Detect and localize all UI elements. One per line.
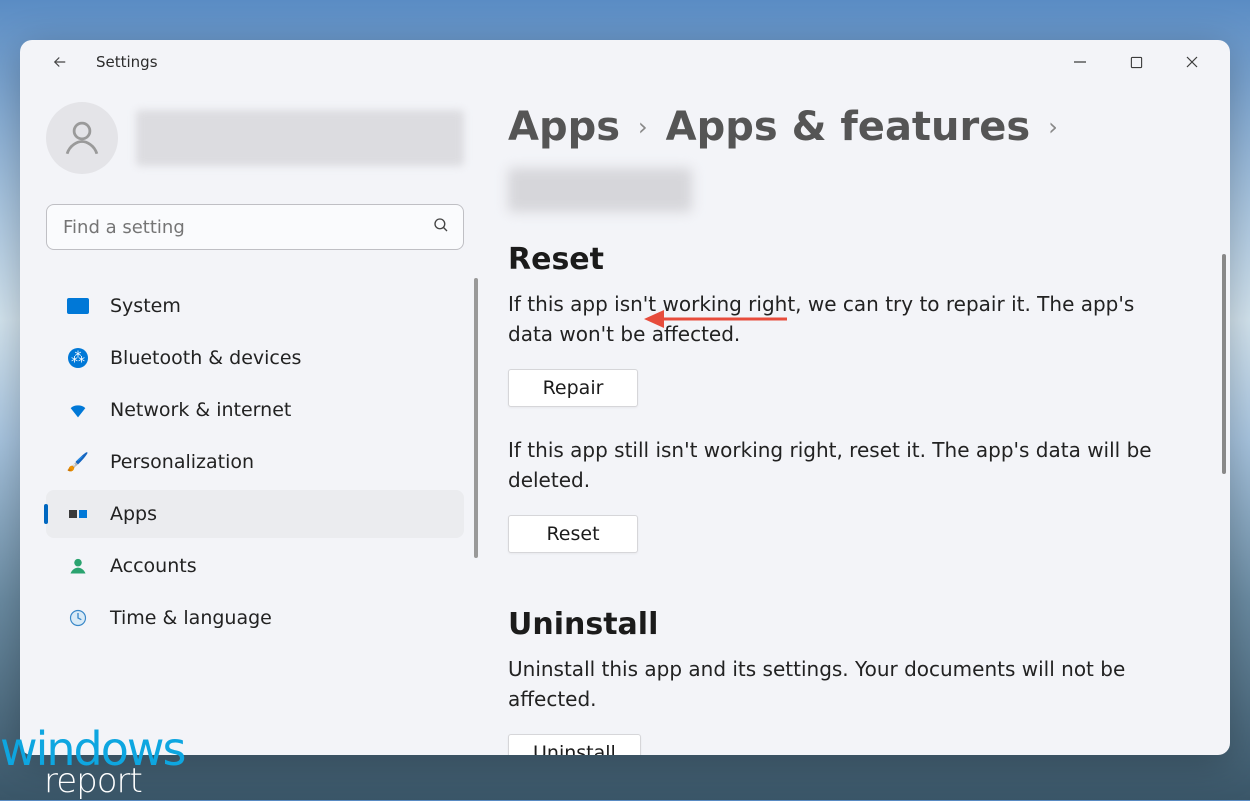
sidebar-item-label: Time & language bbox=[110, 607, 272, 629]
wifi-icon bbox=[66, 398, 90, 422]
nav-list: System ⁂ Bluetooth & devices Network & i… bbox=[40, 278, 470, 646]
sidebar-item-accounts[interactable]: Accounts bbox=[46, 542, 464, 590]
breadcrumb-appname-redacted: Appppp bbox=[508, 168, 692, 212]
back-button[interactable] bbox=[42, 44, 78, 80]
sidebar-item-network[interactable]: Network & internet bbox=[46, 386, 464, 434]
chevron-right-icon: › bbox=[1048, 113, 1058, 141]
window-body: System ⁂ Bluetooth & devices Network & i… bbox=[20, 84, 1230, 755]
breadcrumb-apps-features[interactable]: Apps & features bbox=[666, 104, 1031, 150]
sidebar-item-label: System bbox=[110, 295, 181, 317]
repair-button[interactable]: Repair bbox=[508, 369, 638, 407]
uninstall-description: Uninstall this app and its settings. You… bbox=[508, 654, 1198, 714]
arrow-left-icon bbox=[51, 53, 69, 71]
reset-button[interactable]: Reset bbox=[508, 515, 638, 553]
sidebar: System ⁂ Bluetooth & devices Network & i… bbox=[40, 84, 470, 755]
sidebar-item-bluetooth[interactable]: ⁂ Bluetooth & devices bbox=[46, 334, 464, 382]
chevron-right-icon: › bbox=[638, 113, 648, 141]
sidebar-item-apps[interactable]: Apps bbox=[46, 490, 464, 538]
sidebar-item-system[interactable]: System bbox=[46, 282, 464, 330]
close-button[interactable] bbox=[1164, 40, 1220, 84]
minimize-button[interactable] bbox=[1052, 40, 1108, 84]
sidebar-item-label: Apps bbox=[110, 503, 157, 525]
breadcrumb-apps[interactable]: Apps bbox=[508, 104, 620, 150]
uninstall-button[interactable]: Uninstall bbox=[508, 734, 641, 755]
search-input[interactable] bbox=[46, 204, 464, 250]
maximize-button[interactable] bbox=[1108, 40, 1164, 84]
profile-section[interactable] bbox=[40, 84, 470, 196]
person-icon bbox=[61, 117, 103, 159]
titlebar: Settings bbox=[20, 40, 1230, 84]
window-title: Settings bbox=[96, 53, 158, 71]
sidebar-item-time[interactable]: Time & language bbox=[46, 594, 464, 642]
reset-description: If this app still isn't working right, r… bbox=[508, 435, 1198, 495]
sidebar-item-label: Accounts bbox=[110, 555, 197, 577]
clock-icon bbox=[66, 606, 90, 630]
window-controls bbox=[1052, 40, 1220, 84]
search-icon bbox=[432, 216, 450, 238]
close-icon bbox=[1185, 55, 1199, 69]
search-container bbox=[46, 204, 464, 250]
profile-name-redacted bbox=[136, 110, 464, 166]
main-scrollbar[interactable] bbox=[1222, 254, 1226, 474]
apps-icon bbox=[66, 502, 90, 526]
sidebar-item-personalization[interactable]: 🖌️ Personalization bbox=[46, 438, 464, 486]
breadcrumb: Apps › Apps & features › Appppp bbox=[508, 104, 1198, 212]
reset-heading: Reset bbox=[508, 242, 1198, 277]
account-icon bbox=[66, 554, 90, 578]
brush-icon: 🖌️ bbox=[66, 450, 90, 474]
sidebar-item-label: Personalization bbox=[110, 451, 254, 473]
sidebar-item-label: Network & internet bbox=[110, 399, 291, 421]
bluetooth-icon: ⁂ bbox=[66, 346, 90, 370]
repair-description: If this app isn't working right, we can … bbox=[508, 289, 1168, 349]
settings-window: Settings bbox=[20, 40, 1230, 755]
uninstall-heading: Uninstall bbox=[508, 607, 1198, 642]
minimize-icon bbox=[1073, 55, 1087, 69]
main-content: Apps › Apps & features › Appppp Reset If… bbox=[470, 84, 1230, 755]
sidebar-item-label: Bluetooth & devices bbox=[110, 347, 301, 369]
watermark: windows report bbox=[0, 731, 185, 795]
avatar bbox=[46, 102, 118, 174]
maximize-icon bbox=[1130, 56, 1143, 69]
system-icon bbox=[66, 294, 90, 318]
